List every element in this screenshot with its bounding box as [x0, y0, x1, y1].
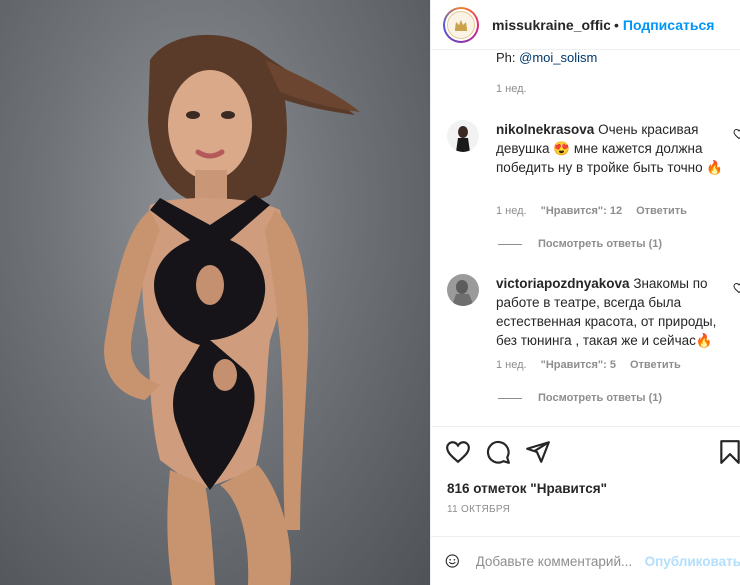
comment-icon[interactable]: [485, 439, 511, 465]
bookmark-icon[interactable]: [717, 439, 740, 465]
comment-body: nikolnekrasova Очень красивая девушка 😍 …: [496, 120, 728, 177]
comment-username[interactable]: victoriapozdnyakova: [496, 276, 630, 291]
comment-input[interactable]: [475, 553, 641, 569]
publish-button[interactable]: Опубликовать: [645, 554, 740, 569]
comment-like-heart-icon[interactable]: [733, 128, 740, 140]
comment-likes[interactable]: "Нравится": 5: [541, 359, 616, 371]
post-username[interactable]: missukraine_officia: [492, 17, 610, 33]
comment-avatar[interactable]: [447, 274, 479, 306]
emoji-icon[interactable]: [445, 549, 460, 573]
header-separator: •: [614, 16, 619, 33]
crown-logo-icon: [447, 10, 475, 39]
comment-likes[interactable]: "Нравится": 12: [541, 205, 622, 217]
heart-icon[interactable]: [445, 439, 471, 465]
post-actions: 816 отметок "Нравится" 11 ОКТЯБРЯ: [431, 426, 740, 536]
replies-divider: [498, 397, 522, 399]
post-photo[interactable]: [0, 0, 430, 585]
replies-divider: [498, 243, 522, 245]
follow-button[interactable]: Подписаться: [623, 17, 715, 33]
caption-meta: 1 нед.: [496, 83, 527, 95]
comment-username[interactable]: nikolnekrasova: [496, 122, 594, 137]
comment-time[interactable]: 1 нед.: [496, 205, 527, 217]
comments-list[interactable]: Ph: @moi_solism 1 нед. nikolnekrasova Оч…: [431, 50, 740, 426]
post-date[interactable]: 11 ОКТЯБРЯ: [447, 504, 510, 515]
caption-time[interactable]: 1 нед.: [496, 83, 527, 95]
comment-meta: 1 нед. "Нравится": 5 Ответить: [496, 359, 681, 371]
comment-time[interactable]: 1 нед.: [496, 359, 527, 371]
likes-count[interactable]: 816 отметок "Нравится": [447, 481, 607, 496]
view-replies-button[interactable]: Посмотреть ответы (1): [498, 392, 662, 404]
post-side-panel: missukraine_officia • Подписаться Ph: @m…: [430, 0, 740, 585]
comment-avatar[interactable]: [447, 120, 479, 152]
caption-credit: Ph: @moi_solism: [496, 50, 598, 65]
reply-button[interactable]: Ответить: [630, 359, 681, 371]
share-icon[interactable]: [525, 439, 551, 465]
reply-button[interactable]: Ответить: [636, 205, 687, 217]
profile-avatar[interactable]: [443, 6, 479, 43]
credit-mention-link[interactable]: @moi_solism: [519, 50, 597, 65]
comment-like-heart-icon[interactable]: [733, 282, 740, 294]
comment-meta: 1 нед. "Нравится": 12 Ответить: [496, 205, 687, 217]
post-header: missukraine_officia • Подписаться: [431, 0, 740, 50]
comment-body: victoriapozdnyakova Знакомы по работе в …: [496, 274, 728, 350]
view-replies-button[interactable]: Посмотреть ответы (1): [498, 238, 662, 250]
add-comment-bar: Опубликовать: [431, 536, 740, 585]
post-image: [104, 34, 360, 585]
